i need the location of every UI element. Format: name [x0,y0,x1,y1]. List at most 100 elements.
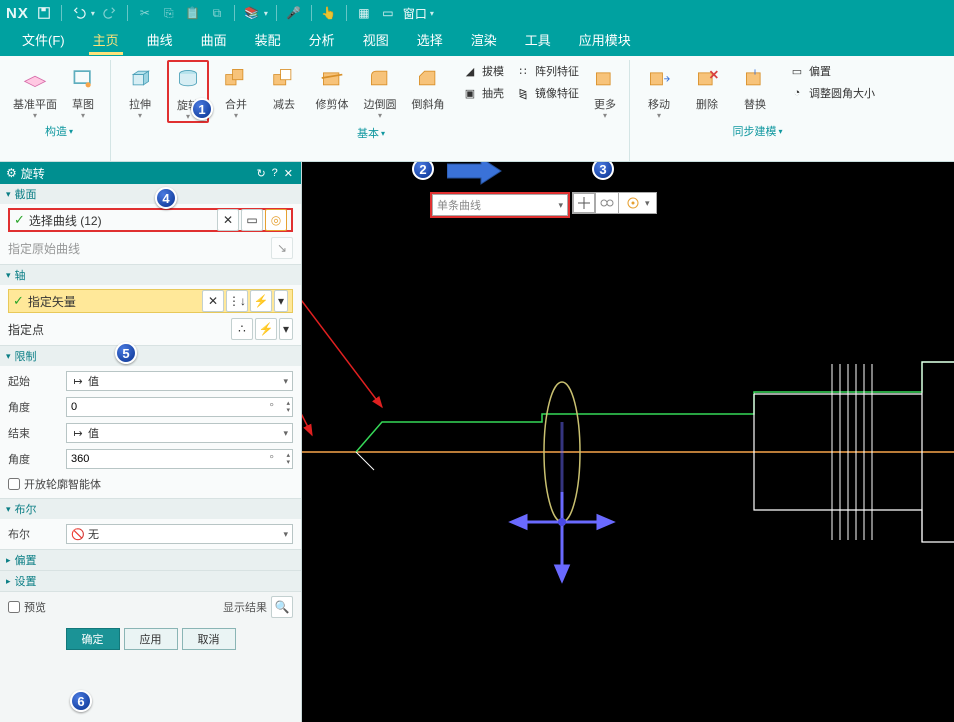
copy-icon[interactable]: ⎘ [160,4,178,22]
section-settings-header[interactable]: ▸设置 [0,571,301,591]
touch-icon[interactable]: 👆 [320,4,338,22]
tab-file[interactable]: 文件(F) [10,24,77,56]
tab-analysis[interactable]: 分析 [297,24,347,56]
window-menu-dropdown[interactable]: ▾ [430,9,434,18]
catalog-dropdown[interactable]: ▾ [264,9,268,18]
datum-plane-button[interactable]: 基准平面▾ [14,60,56,121]
section-limits-header[interactable]: ▾限制 [0,346,301,366]
bool-select[interactable]: 🚫无▾ [66,524,293,544]
vector-auto-icon[interactable]: ⋮↓ [226,290,248,312]
end-type-select[interactable]: ↦值▾ [66,423,293,443]
section-profile-header[interactable]: ▾截面 [0,184,301,204]
tile-icon[interactable]: ▦ [355,4,373,22]
tab-render[interactable]: 渲染 [459,24,509,56]
unite-button[interactable]: 合并▾ [215,60,257,121]
main-area: ⚙ 旋转 ↻ ? ✕ ▾截面 ✓ 选择曲线 (12) ✕ ▭ ◎ [0,162,954,722]
gear-icon[interactable]: ⚙ [6,166,17,180]
tab-tools[interactable]: 工具 [513,24,563,56]
pattern-icon: ∷ [514,62,532,80]
window-icon[interactable]: ▭ [379,4,397,22]
move-button[interactable]: 移动▾ [638,60,680,121]
value-icon: ↦ [71,426,85,440]
resize-blend-button[interactable]: ◔调整圆角大小 [786,82,877,104]
undo-icon[interactable] [70,4,88,22]
point-constructor-icon[interactable]: ⚡ [255,318,277,340]
vector-constructor-icon[interactable]: ⚡ [250,290,272,312]
tab-curve[interactable]: 曲线 [135,24,185,56]
tab-application[interactable]: 应用模块 [567,24,643,56]
vector-x-icon[interactable]: ✕ [202,290,224,312]
trim-body-button[interactable]: 修剪体 [311,60,353,114]
draft-button[interactable]: ◢拔模 [459,60,506,82]
show-result-icon[interactable]: 🔍 [271,596,293,618]
cancel-button[interactable]: 取消 [182,628,236,650]
sketch-button[interactable]: 草图▾ [62,60,104,121]
more-icon [589,62,621,94]
undo-dropdown[interactable]: ▾ [91,9,95,18]
apply-button[interactable]: 应用 [124,628,178,650]
section-axis-header[interactable]: ▾轴 [0,265,301,285]
tab-surface[interactable]: 曲面 [189,24,239,56]
pattern-feature-button[interactable]: ∷阵列特征 [512,60,581,82]
select-curve-label[interactable]: 选择曲线 (12) [29,212,102,229]
more-button[interactable]: 更多▾ [587,60,623,121]
copy2-icon[interactable]: ⧉ [208,4,226,22]
catalog-icon[interactable]: 📚 [243,4,261,22]
none-icon: 🚫 [71,527,85,541]
section-offset-header[interactable]: ▸偏置 [0,550,301,570]
badge-5: 5 [115,342,137,364]
refresh-icon[interactable]: ↻ [254,167,267,180]
curve-chain-icon[interactable]: ▭ [241,209,263,231]
viewport[interactable]: 单条曲线▾ ▾ 2 3 [302,162,954,722]
tab-select[interactable]: 选择 [405,24,455,56]
chamfer-button[interactable]: 倒斜角 [407,60,449,114]
bool-label: 布尔 [8,526,58,542]
group-label-sync: 同步建模▾ [732,123,782,139]
unite-icon [220,62,252,94]
mirror-feature-button[interactable]: ⧎镜像特征 [512,82,581,104]
tab-view[interactable]: 视图 [351,24,401,56]
start-type-select[interactable]: ↦值▾ [66,371,293,391]
extrude-button[interactable]: 拉伸▾ [119,60,161,121]
revolve-icon [172,63,204,95]
cut-icon[interactable]: ✂ [136,4,154,22]
offset-button[interactable]: ▭偏置 [786,60,877,82]
save-icon[interactable] [35,4,53,22]
edge-blend-button[interactable]: 边倒圆▾ [359,60,401,121]
preview-checkbox[interactable]: 预览 [8,597,46,617]
specify-vector-label[interactable]: 指定矢量 [28,293,76,310]
end-angle-input[interactable]: °▴▾ [66,449,293,469]
check-icon: ✓ [13,293,24,309]
offset-icon: ▭ [788,62,806,80]
help-icon[interactable]: ? [270,167,280,179]
tab-home[interactable]: 主页 [81,24,131,56]
shell-button[interactable]: ▣抽壳 [459,82,506,104]
move-icon [643,62,675,94]
menubar: 文件(F) 主页 曲线 曲面 装配 分析 视图 选择 渲染 工具 应用模块 [0,26,954,56]
paste-icon[interactable]: 📋 [184,4,202,22]
value-icon: ↦ [71,374,85,388]
point-dropdown[interactable]: ▾ [279,318,293,340]
window-menu[interactable]: 窗口 [403,5,427,22]
delete-button[interactable]: 删除 [686,60,728,114]
section-boolean-header[interactable]: ▾布尔 [0,499,301,519]
subtract-button[interactable]: 减去 [263,60,305,114]
open-profile-checkbox[interactable]: 开放轮廓智能体 [8,474,293,494]
point-dialog-icon[interactable]: ∴ [231,318,253,340]
curve-loop-icon[interactable]: ◎ [265,209,287,231]
specify-point-label[interactable]: 指定点 [8,321,44,338]
vector-dropdown[interactable]: ▾ [274,290,288,312]
curve-filter-select[interactable]: 单条曲线▾ [432,194,568,216]
redo-icon[interactable] [101,4,119,22]
ok-button[interactable]: 确定 [66,628,120,650]
replace-button[interactable]: 替换 [734,60,776,114]
group-label-construct: 构造▾ [45,123,73,139]
start-angle-input[interactable]: °▴▾ [66,397,293,417]
panel-header: ⚙ 旋转 ↻ ? ✕ [0,162,301,184]
close-icon[interactable]: ✕ [282,167,295,180]
voice-icon[interactable]: 🎤 [285,4,303,22]
sketch-section-icon[interactable]: ✕ [217,209,239,231]
tab-assembly[interactable]: 装配 [243,24,293,56]
shaft-geometry [302,162,954,722]
show-result-label: 显示结果 [223,599,267,615]
